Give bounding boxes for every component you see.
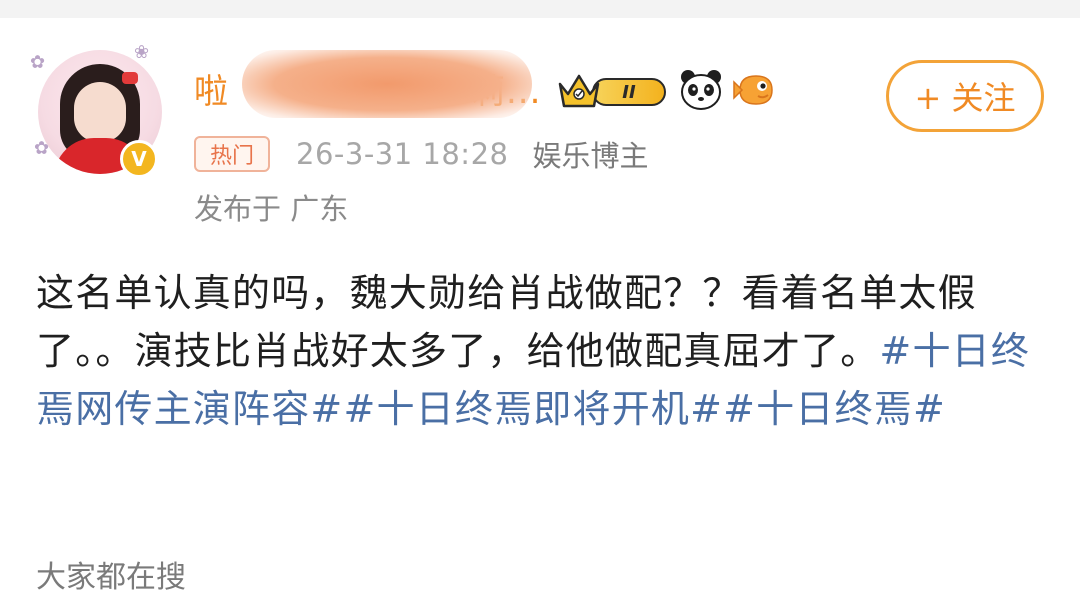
timestamp: 26-3-31 18:28 xyxy=(296,137,509,171)
avatar[interactable]: ✿ ✿ ❀ V xyxy=(30,42,170,182)
level-badge[interactable]: II xyxy=(556,68,668,112)
post-meta: 热门 26-3-31 18:28 娱乐博主 xyxy=(194,134,649,174)
follow-button[interactable]: + 关注 xyxy=(886,60,1044,132)
verified-icon: V xyxy=(120,140,158,178)
flower-icon: ❀ xyxy=(134,42,150,63)
fish-icon[interactable] xyxy=(732,68,778,112)
post-location: 发布于 广东 xyxy=(194,192,349,226)
top-strip xyxy=(0,0,1080,18)
flower-icon: ✿ xyxy=(30,52,46,73)
username-start: 啦 xyxy=(194,71,229,112)
level-pill: II xyxy=(592,78,666,106)
panda-icon[interactable] xyxy=(678,68,724,112)
hashtag-link[interactable]: #十日终焉# xyxy=(723,387,946,431)
flower-icon: ✿ xyxy=(34,138,50,159)
post-text-main: 这名单认真的吗，魏大勋给肖战做配？？看着名单太假了。。演技比肖战好太多了，给他做… xyxy=(36,271,977,373)
redaction-blur xyxy=(242,50,532,118)
blogger-type: 娱乐博主 xyxy=(532,139,649,173)
crown-icon xyxy=(558,74,600,108)
trending-searches-label: 大家都在搜 xyxy=(36,560,186,595)
post-text: 这名单认真的吗，魏大勋给肖战做配？？看着名单太假了。。演技比肖战好太多了，给他做… xyxy=(36,264,1048,438)
hot-badge[interactable]: 热门 xyxy=(194,136,270,172)
hashtag-link[interactable]: #十日终焉即将开机# xyxy=(343,387,723,431)
